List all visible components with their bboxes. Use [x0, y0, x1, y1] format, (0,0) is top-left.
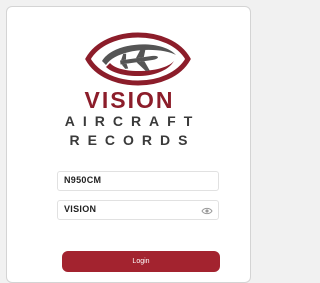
- brand-name-aircraft: AIRCRAFT: [64, 113, 201, 129]
- tail-number-value: N950CM: [64, 175, 102, 185]
- password-value: VISION: [64, 204, 97, 214]
- login-button[interactable]: Login: [62, 251, 220, 272]
- brand-name-vision: VISION: [84, 87, 175, 113]
- vision-logo-icon: [85, 32, 191, 86]
- eye-icon[interactable]: [201, 206, 213, 216]
- password-input[interactable]: VISION: [57, 200, 219, 220]
- login-card: VISION AIRCRAFT RECORDS N950CM VISION Lo…: [6, 6, 251, 283]
- tail-number-input[interactable]: N950CM: [57, 171, 219, 191]
- brand-name-records: RECORDS: [69, 132, 196, 148]
